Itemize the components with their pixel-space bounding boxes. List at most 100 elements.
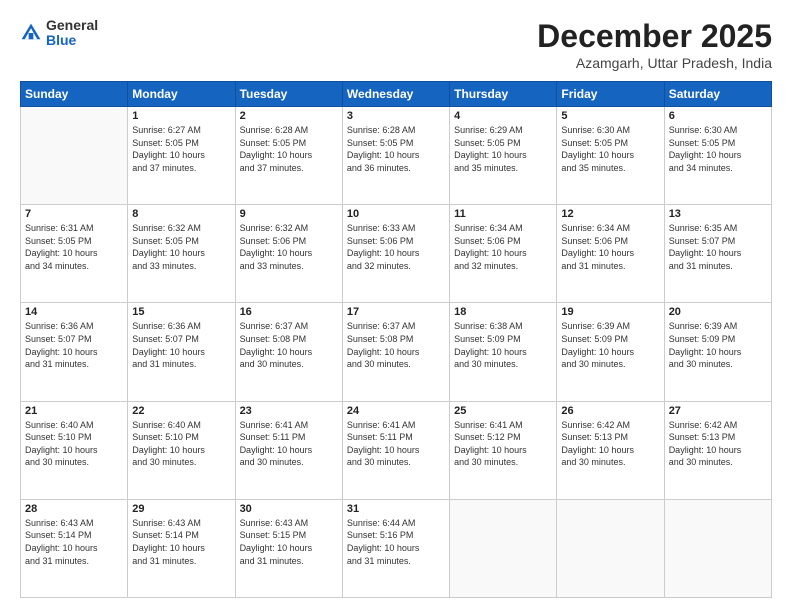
day-number: 28 bbox=[25, 503, 123, 515]
calendar-table: SundayMondayTuesdayWednesdayThursdayFrid… bbox=[20, 81, 772, 598]
calendar-cell: 13Sunrise: 6:35 AM Sunset: 5:07 PM Dayli… bbox=[664, 205, 771, 303]
day-info: Sunrise: 6:41 AM Sunset: 5:12 PM Dayligh… bbox=[454, 419, 552, 469]
day-info: Sunrise: 6:41 AM Sunset: 5:11 PM Dayligh… bbox=[347, 419, 445, 469]
calendar-cell: 5Sunrise: 6:30 AM Sunset: 5:05 PM Daylig… bbox=[557, 107, 664, 205]
location-subtitle: Azamgarh, Uttar Pradesh, India bbox=[537, 55, 772, 71]
calendar-cell: 31Sunrise: 6:44 AM Sunset: 5:16 PM Dayli… bbox=[342, 499, 449, 597]
day-number: 21 bbox=[25, 405, 123, 417]
calendar-cell bbox=[450, 499, 557, 597]
day-info: Sunrise: 6:36 AM Sunset: 5:07 PM Dayligh… bbox=[132, 320, 230, 370]
day-info: Sunrise: 6:28 AM Sunset: 5:05 PM Dayligh… bbox=[240, 124, 338, 174]
calendar-cell: 24Sunrise: 6:41 AM Sunset: 5:11 PM Dayli… bbox=[342, 401, 449, 499]
calendar-cell: 17 Sunrise: 6:37 AM Sunset: 5:08 PM Dayli… bbox=[342, 303, 449, 401]
logo-general: General bbox=[46, 18, 98, 33]
day-info: Sunrise: 6:32 AM Sunset: 5:05 PM Dayligh… bbox=[132, 222, 230, 272]
day-number: 6 bbox=[669, 110, 767, 122]
day-number: 13 bbox=[669, 208, 767, 220]
day-info: Sunrise: 6:34 AM Sunset: 5:06 PM Dayligh… bbox=[561, 222, 659, 272]
day-info: Sunrise: 6:32 AM Sunset: 5:06 PM Dayligh… bbox=[240, 222, 338, 272]
day-number: 2 bbox=[240, 110, 338, 122]
day-info: Sunrise: 6:37 AM Sunset: 5:08 PM Dayligh… bbox=[240, 320, 338, 370]
calendar-cell: 11 Sunrise: 6:34 AM Sunset: 5:06 PM Dayli… bbox=[450, 205, 557, 303]
weekday-header-friday: Friday bbox=[557, 82, 664, 107]
day-number: 10 bbox=[347, 208, 445, 220]
week-row-3: 14 Sunrise: 6:36 AM Sunset: 5:07 PM Dayli… bbox=[21, 303, 772, 401]
day-info: Sunrise: 6:37 AM Sunset: 5:08 PM Dayligh… bbox=[347, 320, 445, 370]
weekday-header-thursday: Thursday bbox=[450, 82, 557, 107]
day-info: Sunrise: 6:41 AM Sunset: 5:11 PM Dayligh… bbox=[240, 419, 338, 469]
day-number: 7 bbox=[25, 208, 123, 220]
day-info: Sunrise: 6:39 AM Sunset: 5:09 PM Dayligh… bbox=[669, 320, 767, 370]
calendar-cell: 1 Sunrise: 6:27 AM Sunset: 5:05 PM Daylig… bbox=[128, 107, 235, 205]
calendar-cell: 14 Sunrise: 6:36 AM Sunset: 5:07 PM Dayli… bbox=[21, 303, 128, 401]
day-info: Sunrise: 6:27 AM Sunset: 5:05 PM Dayligh… bbox=[132, 124, 230, 174]
day-info: Sunrise: 6:28 AM Sunset: 5:05 PM Dayligh… bbox=[347, 124, 445, 174]
weekday-header-monday: Monday bbox=[128, 82, 235, 107]
calendar-cell: 20Sunrise: 6:39 AM Sunset: 5:09 PM Dayli… bbox=[664, 303, 771, 401]
calendar-cell: 3 Sunrise: 6:28 AM Sunset: 5:05 PM Daylig… bbox=[342, 107, 449, 205]
calendar-cell: 29Sunrise: 6:43 AM Sunset: 5:14 PM Dayli… bbox=[128, 499, 235, 597]
day-number: 31 bbox=[347, 503, 445, 515]
calendar-cell bbox=[664, 499, 771, 597]
day-number: 16 bbox=[240, 306, 338, 318]
day-number: 25 bbox=[454, 405, 552, 417]
header: General Blue December 2025 Azamgarh, Utt… bbox=[20, 18, 772, 71]
calendar-cell: 7 Sunrise: 6:31 AM Sunset: 5:05 PM Daylig… bbox=[21, 205, 128, 303]
calendar-cell: 2 Sunrise: 6:28 AM Sunset: 5:05 PM Daylig… bbox=[235, 107, 342, 205]
week-row-2: 7 Sunrise: 6:31 AM Sunset: 5:05 PM Daylig… bbox=[21, 205, 772, 303]
day-number: 12 bbox=[561, 208, 659, 220]
calendar-cell: 16 Sunrise: 6:37 AM Sunset: 5:08 PM Dayli… bbox=[235, 303, 342, 401]
calendar-cell: 28 Sunrise: 6:43 AM Sunset: 5:14 PM Dayli… bbox=[21, 499, 128, 597]
calendar-cell: 15 Sunrise: 6:36 AM Sunset: 5:07 PM Dayli… bbox=[128, 303, 235, 401]
calendar-cell: 18Sunrise: 6:38 AM Sunset: 5:09 PM Dayli… bbox=[450, 303, 557, 401]
day-number: 18 bbox=[454, 306, 552, 318]
day-number: 15 bbox=[132, 306, 230, 318]
day-number: 26 bbox=[561, 405, 659, 417]
calendar-cell: 9Sunrise: 6:32 AM Sunset: 5:06 PM Daylig… bbox=[235, 205, 342, 303]
day-info: Sunrise: 6:40 AM Sunset: 5:10 PM Dayligh… bbox=[25, 419, 123, 469]
week-row-4: 21 Sunrise: 6:40 AM Sunset: 5:10 PM Dayli… bbox=[21, 401, 772, 499]
day-info: Sunrise: 6:34 AM Sunset: 5:06 PM Dayligh… bbox=[454, 222, 552, 272]
day-number: 4 bbox=[454, 110, 552, 122]
calendar-cell: 8 Sunrise: 6:32 AM Sunset: 5:05 PM Daylig… bbox=[128, 205, 235, 303]
day-number: 23 bbox=[240, 405, 338, 417]
logo-icon bbox=[20, 22, 42, 44]
page: General Blue December 2025 Azamgarh, Utt… bbox=[0, 0, 792, 612]
day-info: Sunrise: 6:43 AM Sunset: 5:14 PM Dayligh… bbox=[25, 517, 123, 567]
day-number: 22 bbox=[132, 405, 230, 417]
calendar-cell: 23 Sunrise: 6:41 AM Sunset: 5:11 PM Dayli… bbox=[235, 401, 342, 499]
day-number: 30 bbox=[240, 503, 338, 515]
calendar-cell: 22Sunrise: 6:40 AM Sunset: 5:10 PM Dayli… bbox=[128, 401, 235, 499]
week-row-5: 28 Sunrise: 6:43 AM Sunset: 5:14 PM Dayli… bbox=[21, 499, 772, 597]
day-number: 3 bbox=[347, 110, 445, 122]
day-info: Sunrise: 6:36 AM Sunset: 5:07 PM Dayligh… bbox=[25, 320, 123, 370]
logo: General Blue bbox=[20, 18, 98, 49]
day-info: Sunrise: 6:30 AM Sunset: 5:05 PM Dayligh… bbox=[669, 124, 767, 174]
month-title: December 2025 bbox=[537, 18, 772, 55]
week-row-1: 1 Sunrise: 6:27 AM Sunset: 5:05 PM Daylig… bbox=[21, 107, 772, 205]
day-number: 1 bbox=[132, 110, 230, 122]
calendar-cell: 12 Sunrise: 6:34 AM Sunset: 5:06 PM Dayli… bbox=[557, 205, 664, 303]
weekday-header-saturday: Saturday bbox=[664, 82, 771, 107]
logo-text: General Blue bbox=[46, 18, 98, 49]
day-info: Sunrise: 6:30 AM Sunset: 5:05 PM Dayligh… bbox=[561, 124, 659, 174]
calendar-cell: 30Sunrise: 6:43 AM Sunset: 5:15 PM Dayli… bbox=[235, 499, 342, 597]
calendar-cell bbox=[557, 499, 664, 597]
day-number: 14 bbox=[25, 306, 123, 318]
calendar-cell: 21 Sunrise: 6:40 AM Sunset: 5:10 PM Dayli… bbox=[21, 401, 128, 499]
day-number: 8 bbox=[132, 208, 230, 220]
day-number: 19 bbox=[561, 306, 659, 318]
weekday-header-tuesday: Tuesday bbox=[235, 82, 342, 107]
calendar-cell: 27 Sunrise: 6:42 AM Sunset: 5:13 PM Dayli… bbox=[664, 401, 771, 499]
calendar-cell: 26Sunrise: 6:42 AM Sunset: 5:13 PM Dayli… bbox=[557, 401, 664, 499]
calendar-cell bbox=[21, 107, 128, 205]
calendar-cell: 4Sunrise: 6:29 AM Sunset: 5:05 PM Daylig… bbox=[450, 107, 557, 205]
day-number: 11 bbox=[454, 208, 552, 220]
weekday-header-row: SundayMondayTuesdayWednesdayThursdayFrid… bbox=[21, 82, 772, 107]
day-number: 27 bbox=[669, 405, 767, 417]
logo-blue: Blue bbox=[46, 33, 98, 48]
day-info: Sunrise: 6:42 AM Sunset: 5:13 PM Dayligh… bbox=[669, 419, 767, 469]
weekday-header-sunday: Sunday bbox=[21, 82, 128, 107]
day-info: Sunrise: 6:31 AM Sunset: 5:05 PM Dayligh… bbox=[25, 222, 123, 272]
day-number: 17 bbox=[347, 306, 445, 318]
